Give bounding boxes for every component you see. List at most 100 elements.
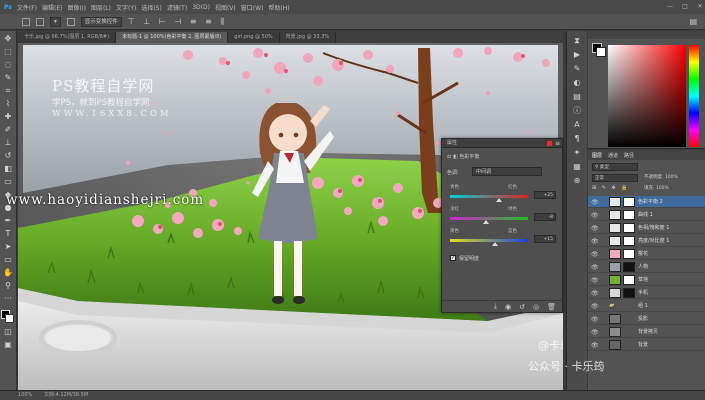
eye-icon[interactable]: 👁 bbox=[591, 199, 599, 206]
blend-mode-dropdown[interactable]: 正常 bbox=[592, 174, 638, 182]
healing-tool-icon[interactable]: ✚ bbox=[3, 112, 14, 122]
layer-row[interactable]: 👁 色彩平衡 2 bbox=[588, 196, 705, 208]
menu-filter[interactable]: 滤镜(T) bbox=[167, 3, 187, 12]
cyan-red-value[interactable]: +25 bbox=[534, 191, 556, 199]
layer-row[interactable]: 👁 手机 bbox=[588, 287, 705, 299]
hand-tool-icon[interactable]: ✋ bbox=[3, 268, 14, 278]
view-previous-icon[interactable]: ◉ bbox=[505, 303, 511, 311]
eye-icon[interactable]: 👁 bbox=[591, 212, 599, 219]
workspace-icon[interactable]: ▤ bbox=[689, 17, 697, 26]
color-swatches-icon[interactable] bbox=[1, 310, 15, 324]
magenta-green-knob[interactable] bbox=[483, 220, 489, 224]
show-transform-checkbox[interactable] bbox=[66, 17, 75, 26]
menu-type[interactable]: 文字(Y) bbox=[116, 3, 136, 12]
more-tools-icon[interactable]: ··· bbox=[3, 294, 14, 304]
history-brush-icon[interactable]: ↺ bbox=[3, 151, 14, 161]
crop-tool-icon[interactable]: ⌗ bbox=[3, 86, 14, 96]
path-select-icon[interactable]: ➤ bbox=[3, 242, 14, 252]
adjustments-panel-icon[interactable]: ◐ bbox=[572, 78, 582, 87]
layer-row[interactable]: 👁 色相/饱和度 1 bbox=[588, 222, 705, 234]
menu-file[interactable]: 文件(F) bbox=[17, 3, 37, 12]
brush-tool-icon[interactable]: ✐ bbox=[3, 125, 14, 135]
quick-mask-icon[interactable]: ◫ bbox=[3, 327, 14, 337]
history-panel-icon[interactable]: ⧗ bbox=[572, 36, 582, 45]
move-tool-icon[interactable] bbox=[22, 17, 30, 26]
lock-icons[interactable]: ⊞ ✎ ✥ 🔒 bbox=[592, 185, 630, 191]
quick-select-tool-icon[interactable]: ✎ bbox=[3, 73, 14, 83]
gradient-tool-icon[interactable]: ▭ bbox=[3, 177, 14, 187]
layer-row[interactable]: 👁 樱花 bbox=[588, 248, 705, 260]
auto-select-checkbox[interactable] bbox=[36, 17, 44, 26]
minimize-button[interactable]: — bbox=[665, 3, 675, 11]
pen-tool-icon[interactable]: ✒ bbox=[3, 216, 14, 226]
eye-icon[interactable]: 👁 bbox=[591, 238, 599, 245]
tab-doc-2[interactable]: 未标题-1 @ 100%(色彩平衡 2, 图层蒙版/8) bbox=[116, 32, 229, 43]
info-panel-icon[interactable]: ⓘ bbox=[572, 106, 582, 115]
shape-tool-icon[interactable]: ▭ bbox=[3, 255, 14, 265]
opacity-field[interactable]: 不透明度: 100% bbox=[644, 174, 678, 180]
menu-edit[interactable]: 编辑(E) bbox=[42, 3, 62, 12]
fill-field[interactable]: 填充: 100% bbox=[644, 185, 669, 191]
eye-icon[interactable]: 👁 bbox=[591, 290, 599, 297]
menu-3d[interactable]: 3D(D) bbox=[192, 4, 210, 11]
delete-adjustment-icon[interactable]: 🗑 bbox=[547, 303, 556, 311]
layer-row[interactable]: 👁 人物 bbox=[588, 261, 705, 273]
tab-doc-4[interactable]: 背景.jpg @ 33.3% bbox=[279, 32, 337, 43]
menu-layer[interactable]: 图层(L) bbox=[91, 3, 111, 12]
eye-icon[interactable]: 👁 bbox=[591, 316, 599, 323]
properties-header[interactable]: 属性 ≡ bbox=[442, 139, 562, 148]
tab-doc-3[interactable]: girl.png @ 50% bbox=[228, 32, 280, 43]
swatches-panel-icon[interactable]: ▦ bbox=[572, 162, 582, 171]
eyedropper-tool-icon[interactable]: ⌇ bbox=[3, 99, 14, 109]
move-tool-icon[interactable]: ✥ bbox=[3, 34, 14, 44]
tab-channels[interactable]: 通道 bbox=[608, 152, 618, 159]
lasso-tool-icon[interactable]: ◌ bbox=[3, 60, 14, 70]
menu-window[interactable]: 窗口(W) bbox=[241, 3, 264, 12]
marquee-tool-icon[interactable]: ⬚ bbox=[3, 47, 14, 57]
properties-panel-icon[interactable]: ▤ bbox=[572, 92, 582, 101]
layer-row[interactable]: 👁 背景拷贝 bbox=[588, 326, 705, 338]
color-panel-header[interactable] bbox=[588, 31, 705, 39]
menu-select[interactable]: 选择(S) bbox=[141, 3, 162, 12]
type-tool-icon[interactable]: T bbox=[3, 229, 14, 239]
background-color-swatch[interactable] bbox=[596, 47, 606, 57]
yellow-blue-slider[interactable] bbox=[450, 239, 528, 242]
layer-row[interactable]: 👁 投影 bbox=[588, 313, 705, 325]
visibility-icon[interactable]: ◎ bbox=[533, 303, 539, 311]
close-window-button[interactable]: ✕ bbox=[695, 3, 705, 11]
actions-panel-icon[interactable]: ▶ bbox=[572, 50, 582, 59]
layer-row[interactable]: 👁 亮度/对比度 1 bbox=[588, 235, 705, 247]
yellow-blue-value[interactable]: +15 bbox=[534, 235, 556, 243]
character-panel-icon[interactable]: A bbox=[572, 120, 582, 129]
magenta-green-slider[interactable] bbox=[450, 217, 528, 220]
zoom-tool-icon[interactable]: ⚲ bbox=[3, 281, 14, 291]
layer-row[interactable]: 👁 曲线 1 bbox=[588, 209, 705, 221]
ps-logo-icon[interactable]: Ps bbox=[4, 4, 12, 11]
screen-mode-icon[interactable]: ▣ bbox=[3, 340, 14, 350]
preserve-luminosity-checkbox[interactable]: ✓ bbox=[450, 255, 456, 261]
maximize-button[interactable]: □ bbox=[680, 3, 690, 11]
brush-panel-icon[interactable]: ✎ bbox=[572, 64, 582, 73]
reset-icon[interactable]: ↺ bbox=[519, 303, 525, 311]
yellow-blue-knob[interactable] bbox=[492, 242, 498, 246]
menu-image[interactable]: 图像(I) bbox=[68, 3, 86, 12]
paragraph-panel-icon[interactable]: ¶ bbox=[572, 134, 582, 143]
layer-row[interactable]: 👁 背景 bbox=[588, 339, 705, 351]
eye-icon[interactable]: 👁 bbox=[591, 225, 599, 232]
menu-help[interactable]: 帮助(H) bbox=[268, 3, 289, 12]
clip-to-layer-icon[interactable]: ⤓ bbox=[494, 302, 497, 311]
layer-row[interactable]: 👁 ▰ 组 1 bbox=[588, 300, 705, 312]
magenta-green-value[interactable]: -8 bbox=[534, 213, 556, 221]
eye-icon[interactable]: 👁 bbox=[591, 329, 599, 336]
styles-panel-icon[interactable]: ✦ bbox=[572, 148, 582, 157]
zoom-level[interactable]: 100% bbox=[18, 392, 32, 398]
stamp-tool-icon[interactable]: ⊥ bbox=[3, 138, 14, 148]
tab-doc-1[interactable]: 卡乐.jpg @ 66.7%(图层 1, RGB/8#) bbox=[18, 32, 117, 43]
eye-icon[interactable]: 👁 bbox=[591, 251, 599, 258]
layer-select-dropdown[interactable]: ▾ bbox=[50, 16, 61, 27]
eye-icon[interactable]: 👁 bbox=[591, 277, 599, 284]
panel-menu-icon[interactable]: ≡ bbox=[555, 139, 560, 148]
eye-icon[interactable]: 👁 bbox=[591, 342, 599, 349]
align-icons[interactable]: ⊤ ⊥ ⊢ ⊣ ≡ ≡ ⫼ bbox=[128, 17, 227, 27]
tab-paths[interactable]: 路径 bbox=[624, 152, 634, 159]
